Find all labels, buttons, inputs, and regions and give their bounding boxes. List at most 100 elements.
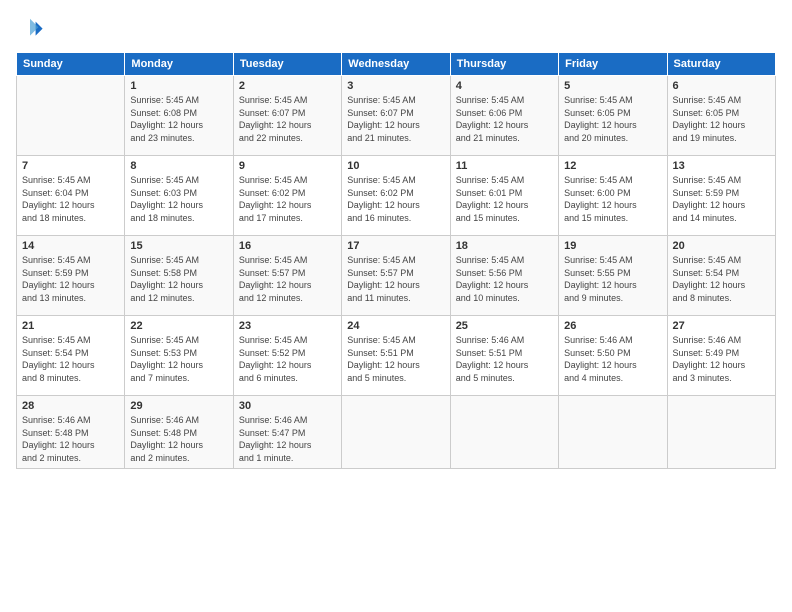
day-number: 1: [130, 80, 227, 92]
day-info: Sunrise: 5:45 AM Sunset: 6:07 PM Dayligh…: [239, 94, 336, 144]
day-number: 30: [239, 400, 336, 412]
day-info: Sunrise: 5:45 AM Sunset: 6:02 PM Dayligh…: [239, 174, 336, 224]
calendar-week-3: 14 Sunrise: 5:45 AM Sunset: 5:59 PM Dayli…: [17, 236, 776, 316]
day-number: 3: [347, 80, 444, 92]
day-info: Sunrise: 5:45 AM Sunset: 6:02 PM Dayligh…: [347, 174, 444, 224]
weekday-header-row: SundayMondayTuesdayWednesdayThursdayFrid…: [17, 53, 776, 76]
calendar-cell: 28 Sunrise: 5:46 AM Sunset: 5:48 PM Dayli…: [17, 396, 125, 469]
day-info: Sunrise: 5:45 AM Sunset: 5:52 PM Dayligh…: [239, 334, 336, 384]
page: SundayMondayTuesdayWednesdayThursdayFrid…: [0, 0, 792, 612]
calendar-cell: 27 Sunrise: 5:46 AM Sunset: 5:49 PM Dayli…: [667, 316, 775, 396]
day-info: Sunrise: 5:46 AM Sunset: 5:48 PM Dayligh…: [22, 414, 119, 464]
day-info: Sunrise: 5:45 AM Sunset: 5:53 PM Dayligh…: [130, 334, 227, 384]
day-number: 26: [564, 320, 661, 332]
calendar-cell: 3 Sunrise: 5:45 AM Sunset: 6:07 PM Daylig…: [342, 76, 450, 156]
calendar-week-1: 1 Sunrise: 5:45 AM Sunset: 6:08 PM Daylig…: [17, 76, 776, 156]
header: [16, 12, 776, 44]
calendar-cell: [17, 76, 125, 156]
day-info: Sunrise: 5:45 AM Sunset: 6:01 PM Dayligh…: [456, 174, 553, 224]
calendar-week-5: 28 Sunrise: 5:46 AM Sunset: 5:48 PM Dayli…: [17, 396, 776, 469]
calendar-cell: 13Sunrise: 5:45 AM Sunset: 5:59 PM Dayli…: [667, 156, 775, 236]
day-info: Sunrise: 5:45 AM Sunset: 5:55 PM Dayligh…: [564, 254, 661, 304]
calendar-cell: 2 Sunrise: 5:45 AM Sunset: 6:07 PM Daylig…: [233, 76, 341, 156]
day-info: Sunrise: 5:45 AM Sunset: 6:03 PM Dayligh…: [130, 174, 227, 224]
calendar-cell: 23 Sunrise: 5:45 AM Sunset: 5:52 PM Dayli…: [233, 316, 341, 396]
day-info: Sunrise: 5:45 AM Sunset: 6:05 PM Dayligh…: [673, 94, 770, 144]
calendar-cell: [559, 396, 667, 469]
calendar-table: SundayMondayTuesdayWednesdayThursdayFrid…: [16, 52, 776, 469]
day-info: Sunrise: 5:45 AM Sunset: 5:58 PM Dayligh…: [130, 254, 227, 304]
day-info: Sunrise: 5:45 AM Sunset: 5:57 PM Dayligh…: [239, 254, 336, 304]
calendar-cell: 20 Sunrise: 5:45 AM Sunset: 5:54 PM Dayli…: [667, 236, 775, 316]
day-number: 4: [456, 80, 553, 92]
day-info: Sunrise: 5:45 AM Sunset: 5:59 PM Dayligh…: [673, 174, 770, 224]
day-number: 17: [347, 240, 444, 252]
day-number: 22: [130, 320, 227, 332]
calendar-cell: [450, 396, 558, 469]
day-info: Sunrise: 5:45 AM Sunset: 6:07 PM Dayligh…: [347, 94, 444, 144]
day-info: Sunrise: 5:45 AM Sunset: 6:08 PM Dayligh…: [130, 94, 227, 144]
day-info: Sunrise: 5:46 AM Sunset: 5:51 PM Dayligh…: [456, 334, 553, 384]
day-info: Sunrise: 5:45 AM Sunset: 5:51 PM Dayligh…: [347, 334, 444, 384]
calendar-cell: 18 Sunrise: 5:45 AM Sunset: 5:56 PM Dayli…: [450, 236, 558, 316]
day-info: Sunrise: 5:45 AM Sunset: 5:57 PM Dayligh…: [347, 254, 444, 304]
logo: [16, 16, 48, 44]
calendar-cell: 1 Sunrise: 5:45 AM Sunset: 6:08 PM Daylig…: [125, 76, 233, 156]
day-number: 6: [673, 80, 770, 92]
calendar-cell: 15 Sunrise: 5:45 AM Sunset: 5:58 PM Dayli…: [125, 236, 233, 316]
day-number: 10: [347, 160, 444, 172]
day-number: 14: [22, 240, 119, 252]
weekday-header-saturday: Saturday: [667, 53, 775, 76]
calendar-cell: [342, 396, 450, 469]
calendar-cell: 11 Sunrise: 5:45 AM Sunset: 6:01 PM Dayli…: [450, 156, 558, 236]
calendar-cell: 26 Sunrise: 5:46 AM Sunset: 5:50 PM Dayli…: [559, 316, 667, 396]
calendar-cell: 21 Sunrise: 5:45 AM Sunset: 5:54 PM Dayli…: [17, 316, 125, 396]
day-info: Sunrise: 5:45 AM Sunset: 5:54 PM Dayligh…: [673, 254, 770, 304]
calendar-cell: 5Sunrise: 5:45 AM Sunset: 6:05 PM Daylig…: [559, 76, 667, 156]
day-number: 28: [22, 400, 119, 412]
day-number: 23: [239, 320, 336, 332]
calendar-cell: 25 Sunrise: 5:46 AM Sunset: 5:51 PM Dayli…: [450, 316, 558, 396]
day-number: 15: [130, 240, 227, 252]
calendar-week-4: 21 Sunrise: 5:45 AM Sunset: 5:54 PM Dayli…: [17, 316, 776, 396]
calendar-cell: 6 Sunrise: 5:45 AM Sunset: 6:05 PM Daylig…: [667, 76, 775, 156]
weekday-header-monday: Monday: [125, 53, 233, 76]
calendar-cell: 7Sunrise: 5:45 AM Sunset: 6:04 PM Daylig…: [17, 156, 125, 236]
day-info: Sunrise: 5:45 AM Sunset: 5:56 PM Dayligh…: [456, 254, 553, 304]
day-info: Sunrise: 5:46 AM Sunset: 5:48 PM Dayligh…: [130, 414, 227, 464]
day-number: 27: [673, 320, 770, 332]
day-info: Sunrise: 5:46 AM Sunset: 5:50 PM Dayligh…: [564, 334, 661, 384]
day-number: 16: [239, 240, 336, 252]
day-info: Sunrise: 5:45 AM Sunset: 6:05 PM Dayligh…: [564, 94, 661, 144]
day-info: Sunrise: 5:45 AM Sunset: 6:06 PM Dayligh…: [456, 94, 553, 144]
weekday-header-thursday: Thursday: [450, 53, 558, 76]
day-number: 18: [456, 240, 553, 252]
day-number: 11: [456, 160, 553, 172]
calendar-cell: 16 Sunrise: 5:45 AM Sunset: 5:57 PM Dayli…: [233, 236, 341, 316]
day-number: 20: [673, 240, 770, 252]
calendar-cell: 17 Sunrise: 5:45 AM Sunset: 5:57 PM Dayli…: [342, 236, 450, 316]
day-number: 8: [130, 160, 227, 172]
day-number: 2: [239, 80, 336, 92]
weekday-header-sunday: Sunday: [17, 53, 125, 76]
calendar-cell: 9 Sunrise: 5:45 AM Sunset: 6:02 PM Daylig…: [233, 156, 341, 236]
day-number: 29: [130, 400, 227, 412]
calendar-week-2: 7Sunrise: 5:45 AM Sunset: 6:04 PM Daylig…: [17, 156, 776, 236]
day-info: Sunrise: 5:45 AM Sunset: 6:04 PM Dayligh…: [22, 174, 119, 224]
day-info: Sunrise: 5:45 AM Sunset: 6:00 PM Dayligh…: [564, 174, 661, 224]
day-number: 9: [239, 160, 336, 172]
day-number: 19: [564, 240, 661, 252]
calendar-body: 1 Sunrise: 5:45 AM Sunset: 6:08 PM Daylig…: [17, 76, 776, 469]
calendar-cell: 24Sunrise: 5:45 AM Sunset: 5:51 PM Dayli…: [342, 316, 450, 396]
day-info: Sunrise: 5:45 AM Sunset: 5:59 PM Dayligh…: [22, 254, 119, 304]
calendar-cell: 29 Sunrise: 5:46 AM Sunset: 5:48 PM Dayli…: [125, 396, 233, 469]
day-number: 21: [22, 320, 119, 332]
weekday-header-wednesday: Wednesday: [342, 53, 450, 76]
day-number: 25: [456, 320, 553, 332]
calendar-cell: 10 Sunrise: 5:45 AM Sunset: 6:02 PM Dayli…: [342, 156, 450, 236]
day-info: Sunrise: 5:46 AM Sunset: 5:49 PM Dayligh…: [673, 334, 770, 384]
day-info: Sunrise: 5:46 AM Sunset: 5:47 PM Dayligh…: [239, 414, 336, 464]
calendar-cell: 8 Sunrise: 5:45 AM Sunset: 6:03 PM Daylig…: [125, 156, 233, 236]
day-info: Sunrise: 5:45 AM Sunset: 5:54 PM Dayligh…: [22, 334, 119, 384]
weekday-header-friday: Friday: [559, 53, 667, 76]
